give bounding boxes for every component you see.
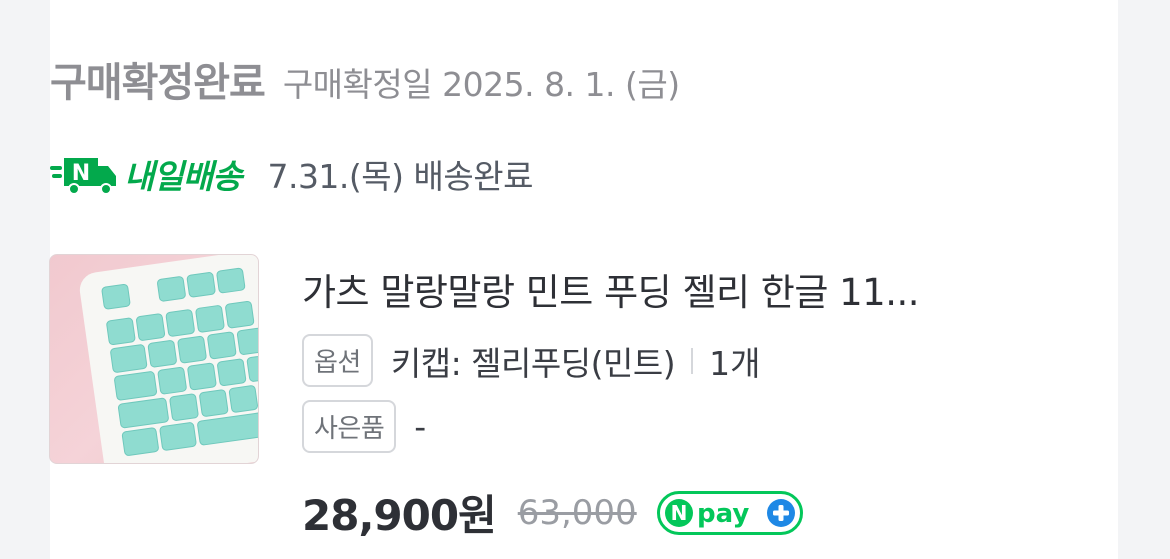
sale-price: 28,900원	[302, 491, 497, 540]
gift-tag: 사은품	[302, 400, 397, 453]
delivery-brand-name: 내일배송	[124, 157, 242, 196]
original-price: 63,000	[517, 492, 637, 533]
delivery-row: N 내일배송 7.31.(목) 배송완료	[50, 150, 533, 198]
gift-row: 사은품 -	[302, 400, 426, 453]
delivery-truck-icon: N	[50, 152, 120, 196]
order-status-row: 구매확정완료 구매확정일 2025. 8. 1. (금)	[50, 50, 680, 108]
order-status-title: 구매확정완료	[50, 60, 266, 106]
quantity: 1개	[709, 343, 761, 383]
npay-text: pay	[697, 499, 749, 529]
option-tag: 옵션	[302, 334, 373, 387]
divider	[691, 347, 694, 374]
gift-value: -	[414, 407, 426, 446]
option-value: 키캡: 젤리푸딩(민트)	[390, 343, 676, 383]
npay-letter: N	[670, 501, 687, 525]
price-row: 28,900원 63,000 N pay	[302, 482, 803, 543]
delivery-status-text: 7.31.(목) 배송완료	[267, 157, 533, 196]
delivery-logo-letter: N	[72, 161, 90, 186]
npay-plus-badge: N pay	[656, 490, 803, 535]
product-name[interactable]: 가츠 말랑말랑 민트 푸딩 젤리 한글 11...	[302, 262, 1022, 316]
product-thumbnail[interactable]	[49, 254, 259, 464]
purchase-confirm-date: 구매확정일 2025. 8. 1. (금)	[282, 65, 680, 104]
option-row: 옵션 키캡: 젤리푸딩(민트) 1개	[302, 334, 760, 387]
